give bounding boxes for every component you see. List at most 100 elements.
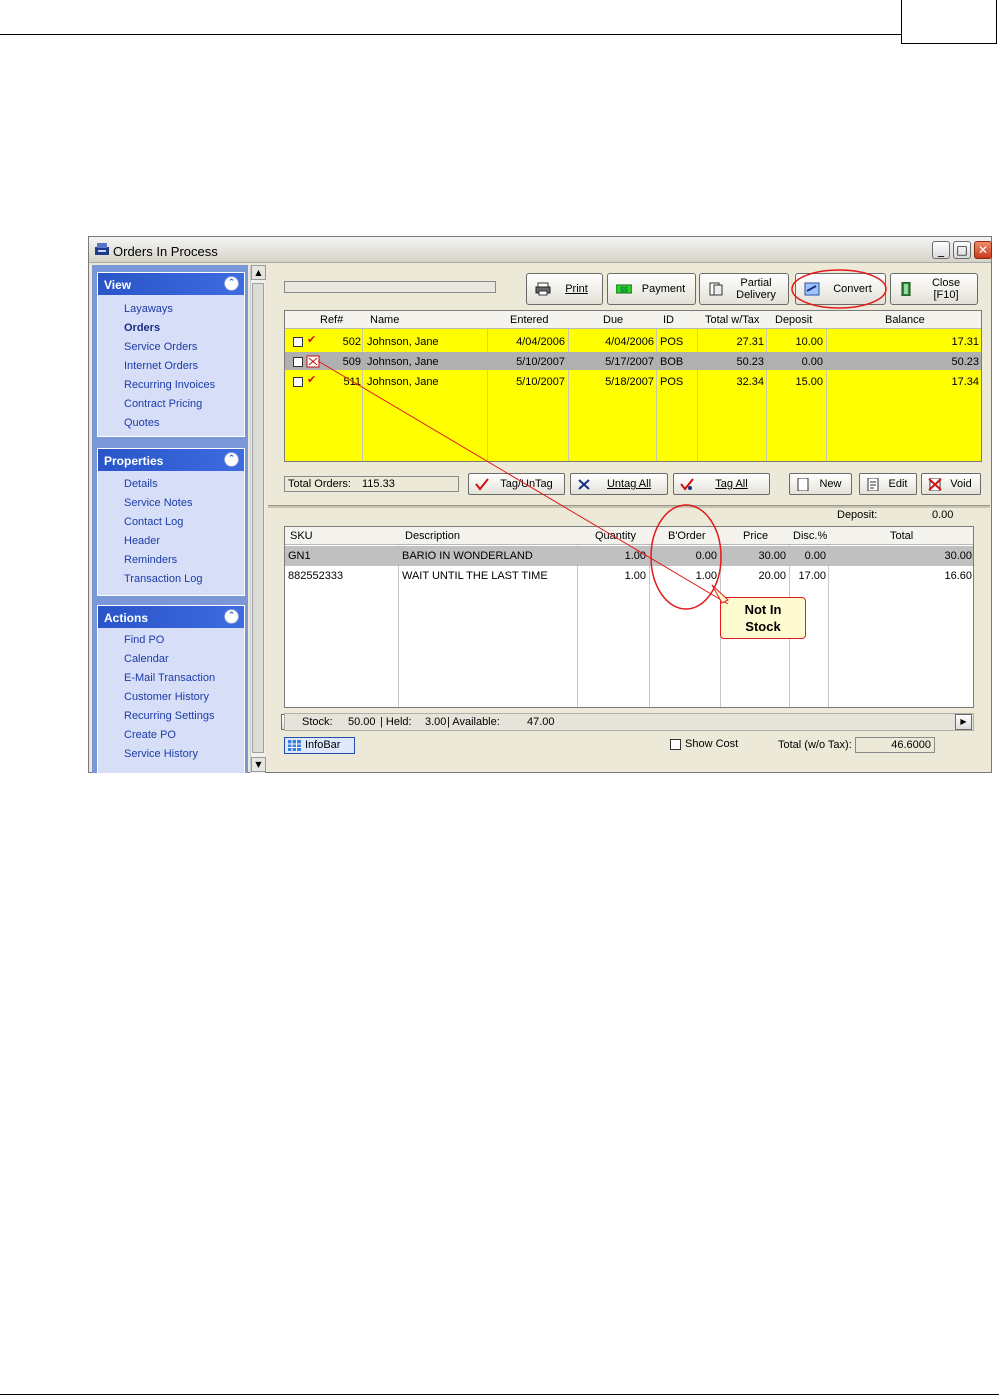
orders-grid-header: Ref# Name Entered Due ID Total w/Tax Dep… — [285, 311, 981, 329]
row-checkbox[interactable] — [293, 377, 303, 387]
col-sku[interactable]: SKU — [290, 530, 313, 542]
show-cost-label: Show Cost — [685, 738, 739, 750]
edit-document-icon — [867, 477, 879, 491]
void-button[interactable]: Void — [921, 473, 981, 495]
actions-panel-title: Actions — [104, 611, 149, 625]
scroll-right-icon[interactable]: ▶ — [955, 714, 972, 730]
progress-bar — [284, 281, 496, 293]
grid-divider — [826, 311, 827, 461]
col-due[interactable]: Due — [603, 314, 623, 326]
col-deposit[interactable]: Deposit — [775, 314, 812, 326]
sidebar-item-service-history[interactable]: Service History — [98, 744, 244, 763]
order-items-grid[interactable]: SKU Description Quantity B'Order Price D… — [284, 526, 974, 708]
cell-name: Johnson, Jane — [367, 376, 439, 388]
collapse-icon[interactable]: ⌃ — [224, 276, 239, 291]
view-panel-header[interactable]: View ⌃ — [98, 273, 244, 295]
cell-quantity: 1.00 — [624, 550, 646, 562]
sidebar-item-customer-history[interactable]: Customer History — [98, 687, 244, 706]
col-quantity[interactable]: Quantity — [595, 530, 636, 542]
backorder-flag-icon — [306, 355, 320, 368]
maximize-button[interactable]: □ — [953, 241, 971, 259]
sidebar-item-calendar[interactable]: Calendar — [98, 649, 244, 668]
convert-button[interactable]: Convert — [795, 273, 886, 305]
minimize-button[interactable]: _ — [932, 241, 950, 259]
sidebar-scrollbar[interactable]: ▲ ▼ — [250, 265, 266, 773]
row-checkbox[interactable] — [293, 337, 303, 347]
sidebar-item-quotes[interactable]: Quotes — [98, 413, 244, 432]
col-name[interactable]: Name — [370, 314, 399, 326]
collapse-icon[interactable]: ⌃ — [224, 609, 239, 624]
close-f10-button[interactable]: Close [F10] — [890, 273, 978, 305]
sidebar-item-contract-pricing[interactable]: Contract Pricing — [98, 394, 244, 413]
col-price[interactable]: Price — [743, 530, 768, 542]
sidebar-item-orders[interactable]: Orders — [98, 318, 244, 337]
cell-sku: GN1 — [288, 550, 311, 562]
cell-total: 50.23 — [736, 356, 764, 368]
tagged-check-icon: ✔ — [307, 373, 317, 386]
payment-button[interactable]: $$ Payment — [607, 273, 696, 305]
cell-balance: 17.34 — [951, 376, 979, 388]
grid-divider — [656, 311, 657, 461]
sidebar-item-service-orders[interactable]: Service Orders — [98, 337, 244, 356]
door-exit-icon — [901, 282, 911, 296]
orders-grid[interactable]: Ref# Name Entered Due ID Total w/Tax Dep… — [284, 310, 982, 462]
register-icon — [95, 243, 109, 255]
col-backorder[interactable]: B'Order — [668, 530, 706, 542]
sidebar-item-find-po[interactable]: Find PO — [98, 630, 244, 649]
scroll-thumb[interactable] — [252, 283, 264, 753]
sidebar-item-contact-log[interactable]: Contact Log — [98, 512, 244, 531]
pane-splitter[interactable] — [268, 505, 990, 508]
cell-balance: 17.31 — [951, 336, 979, 348]
col-balance[interactable]: Balance — [885, 314, 925, 326]
actions-panel-header[interactable]: Actions ⌃ — [98, 606, 244, 628]
col-entered[interactable]: Entered — [510, 314, 549, 326]
print-button[interactable]: Print — [526, 273, 603, 305]
new-document-icon — [797, 477, 809, 491]
show-cost-checkbox[interactable] — [670, 739, 681, 750]
cell-backorder: 1.00 — [695, 570, 717, 582]
sidebar-item-recurring-invoices[interactable]: Recurring Invoices — [98, 375, 244, 394]
col-total-tax[interactable]: Total w/Tax — [705, 314, 759, 326]
scroll-down-icon[interactable]: ▼ — [251, 757, 266, 772]
untag-all-button[interactable]: Untag All — [570, 473, 668, 495]
cell-description: BARIO IN WONDERLAND — [402, 550, 533, 562]
stock-label: Stock: — [302, 716, 333, 728]
sidebar-item-service-notes[interactable]: Service Notes — [98, 493, 244, 512]
edit-button[interactable]: Edit — [859, 473, 917, 495]
sidebar-item-create-po[interactable]: Create PO — [98, 725, 244, 744]
tag-untag-button[interactable]: Tag/UnTag — [468, 473, 565, 495]
held-value: 3.00 — [425, 716, 447, 728]
tag-check-icon — [475, 477, 489, 491]
sidebar-item-reminders[interactable]: Reminders — [98, 550, 244, 569]
stock-value: 50.00 — [348, 716, 376, 728]
infobar-button[interactable]: InfoBar — [284, 737, 355, 754]
sidebar-item-recurring-settings[interactable]: Recurring Settings — [98, 706, 244, 725]
total-wo-tax-label: Total (w/o Tax): — [778, 739, 852, 751]
col-ref[interactable]: Ref# — [320, 314, 343, 326]
tag-all-button[interactable]: Tag All — [673, 473, 770, 495]
close-window-button[interactable]: ✕ — [974, 241, 992, 259]
col-disc[interactable]: Disc.% — [793, 530, 827, 542]
sidebar-item-header[interactable]: Header — [98, 531, 244, 550]
view-panel-title: View — [104, 278, 132, 292]
tag-all-label: Tag All — [715, 478, 748, 490]
convert-icon — [804, 282, 820, 296]
new-button[interactable]: New — [789, 473, 852, 495]
col-description[interactable]: Description — [405, 530, 460, 542]
col-id[interactable]: ID — [663, 314, 674, 326]
page-header-rule — [0, 34, 901, 35]
partial-delivery-label: Partial Delivery — [724, 277, 788, 301]
collapse-icon[interactable]: ⌃ — [224, 452, 239, 467]
sidebar-item-layaways[interactable]: Layaways — [98, 299, 244, 318]
partial-delivery-button[interactable]: Partial Delivery — [699, 273, 789, 305]
col-total[interactable]: Total — [890, 530, 913, 542]
properties-panel-header[interactable]: Properties ⌃ — [98, 449, 244, 471]
callout-line1: Not In — [744, 602, 782, 617]
scroll-up-icon[interactable]: ▲ — [251, 265, 266, 280]
total-orders-field: Total Orders: 115.33 — [284, 476, 459, 492]
sidebar-item-transaction-log[interactable]: Transaction Log — [98, 569, 244, 588]
sidebar-item-internet-orders[interactable]: Internet Orders — [98, 356, 244, 375]
sidebar-item-details[interactable]: Details — [98, 474, 244, 493]
row-checkbox[interactable] — [293, 357, 303, 367]
sidebar-item-email-transaction[interactable]: E-Mail Transaction — [98, 668, 244, 687]
